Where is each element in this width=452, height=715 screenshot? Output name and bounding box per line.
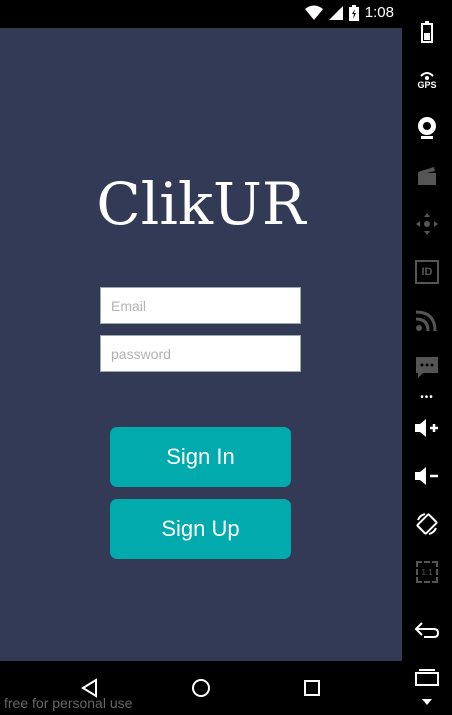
volume-down-button[interactable] [402,456,452,496]
email-field[interactable] [100,287,301,324]
chevron-down-icon [422,699,432,705]
volume-up-button[interactable] [402,408,452,448]
clapperboard-icon [418,167,436,185]
rss-cast-icon [416,310,437,331]
battery-button[interactable] [402,12,452,52]
battery-icon [421,21,433,43]
battery-charging-icon [348,4,359,21]
expand-panel-button[interactable] [402,692,452,712]
scale-label: 1:1 [421,567,433,577]
wifi-icon [304,5,323,20]
home-nav-button[interactable] [189,676,213,700]
message-icon [416,357,438,378]
app-logo: ClikUR [96,170,306,238]
camera-button[interactable] [402,108,452,148]
rotate-button[interactable] [402,504,452,544]
scale-frame-icon: 1:1 [416,561,438,583]
gps-label: GPS [417,80,437,90]
cast-button[interactable] [402,300,452,340]
volume-down-icon [415,467,438,485]
status-bar: 1:08 [0,0,402,28]
recent-apps-icon [415,669,439,686]
device-id-button[interactable]: ID [402,252,452,292]
status-icons: 1:08 [304,4,394,21]
gps-button[interactable]: GPS [402,60,452,100]
sms-button[interactable] [402,348,452,388]
dpad-button[interactable] [402,204,452,244]
dpad-icon [416,213,438,235]
volume-up-icon [415,419,438,437]
media-button[interactable] [402,156,452,196]
sign-in-button[interactable]: Sign In [110,427,291,487]
cellular-signal-icon [328,5,343,20]
id-label: ID [421,266,433,278]
back-arrow-icon [414,622,440,638]
id-card-icon: ID [415,260,439,284]
sign-up-button[interactable]: Sign Up [110,499,291,559]
password-field[interactable] [100,335,301,372]
sign-up-label: Sign Up [161,516,240,541]
recents-square-icon [304,680,320,696]
recents-nav-button[interactable] [300,676,324,700]
webcam-icon [418,117,436,139]
watermark-text: free for personal use [4,695,133,711]
navigation-bar: free for personal use [0,661,402,715]
more-dots-icon: ••• [420,392,434,403]
emulator-side-panel: GPS ID ••• 1:1 [402,0,452,715]
app-screen: ClikUR Sign In Sign Up [0,28,402,661]
gps-signal-icon [420,72,434,80]
home-circle-icon [192,679,210,697]
scale-button[interactable]: 1:1 [402,552,452,592]
status-time: 1:08 [364,4,394,21]
rotate-screen-icon [416,513,438,535]
back-side-button[interactable] [402,610,452,650]
sign-in-label: Sign In [166,444,235,469]
